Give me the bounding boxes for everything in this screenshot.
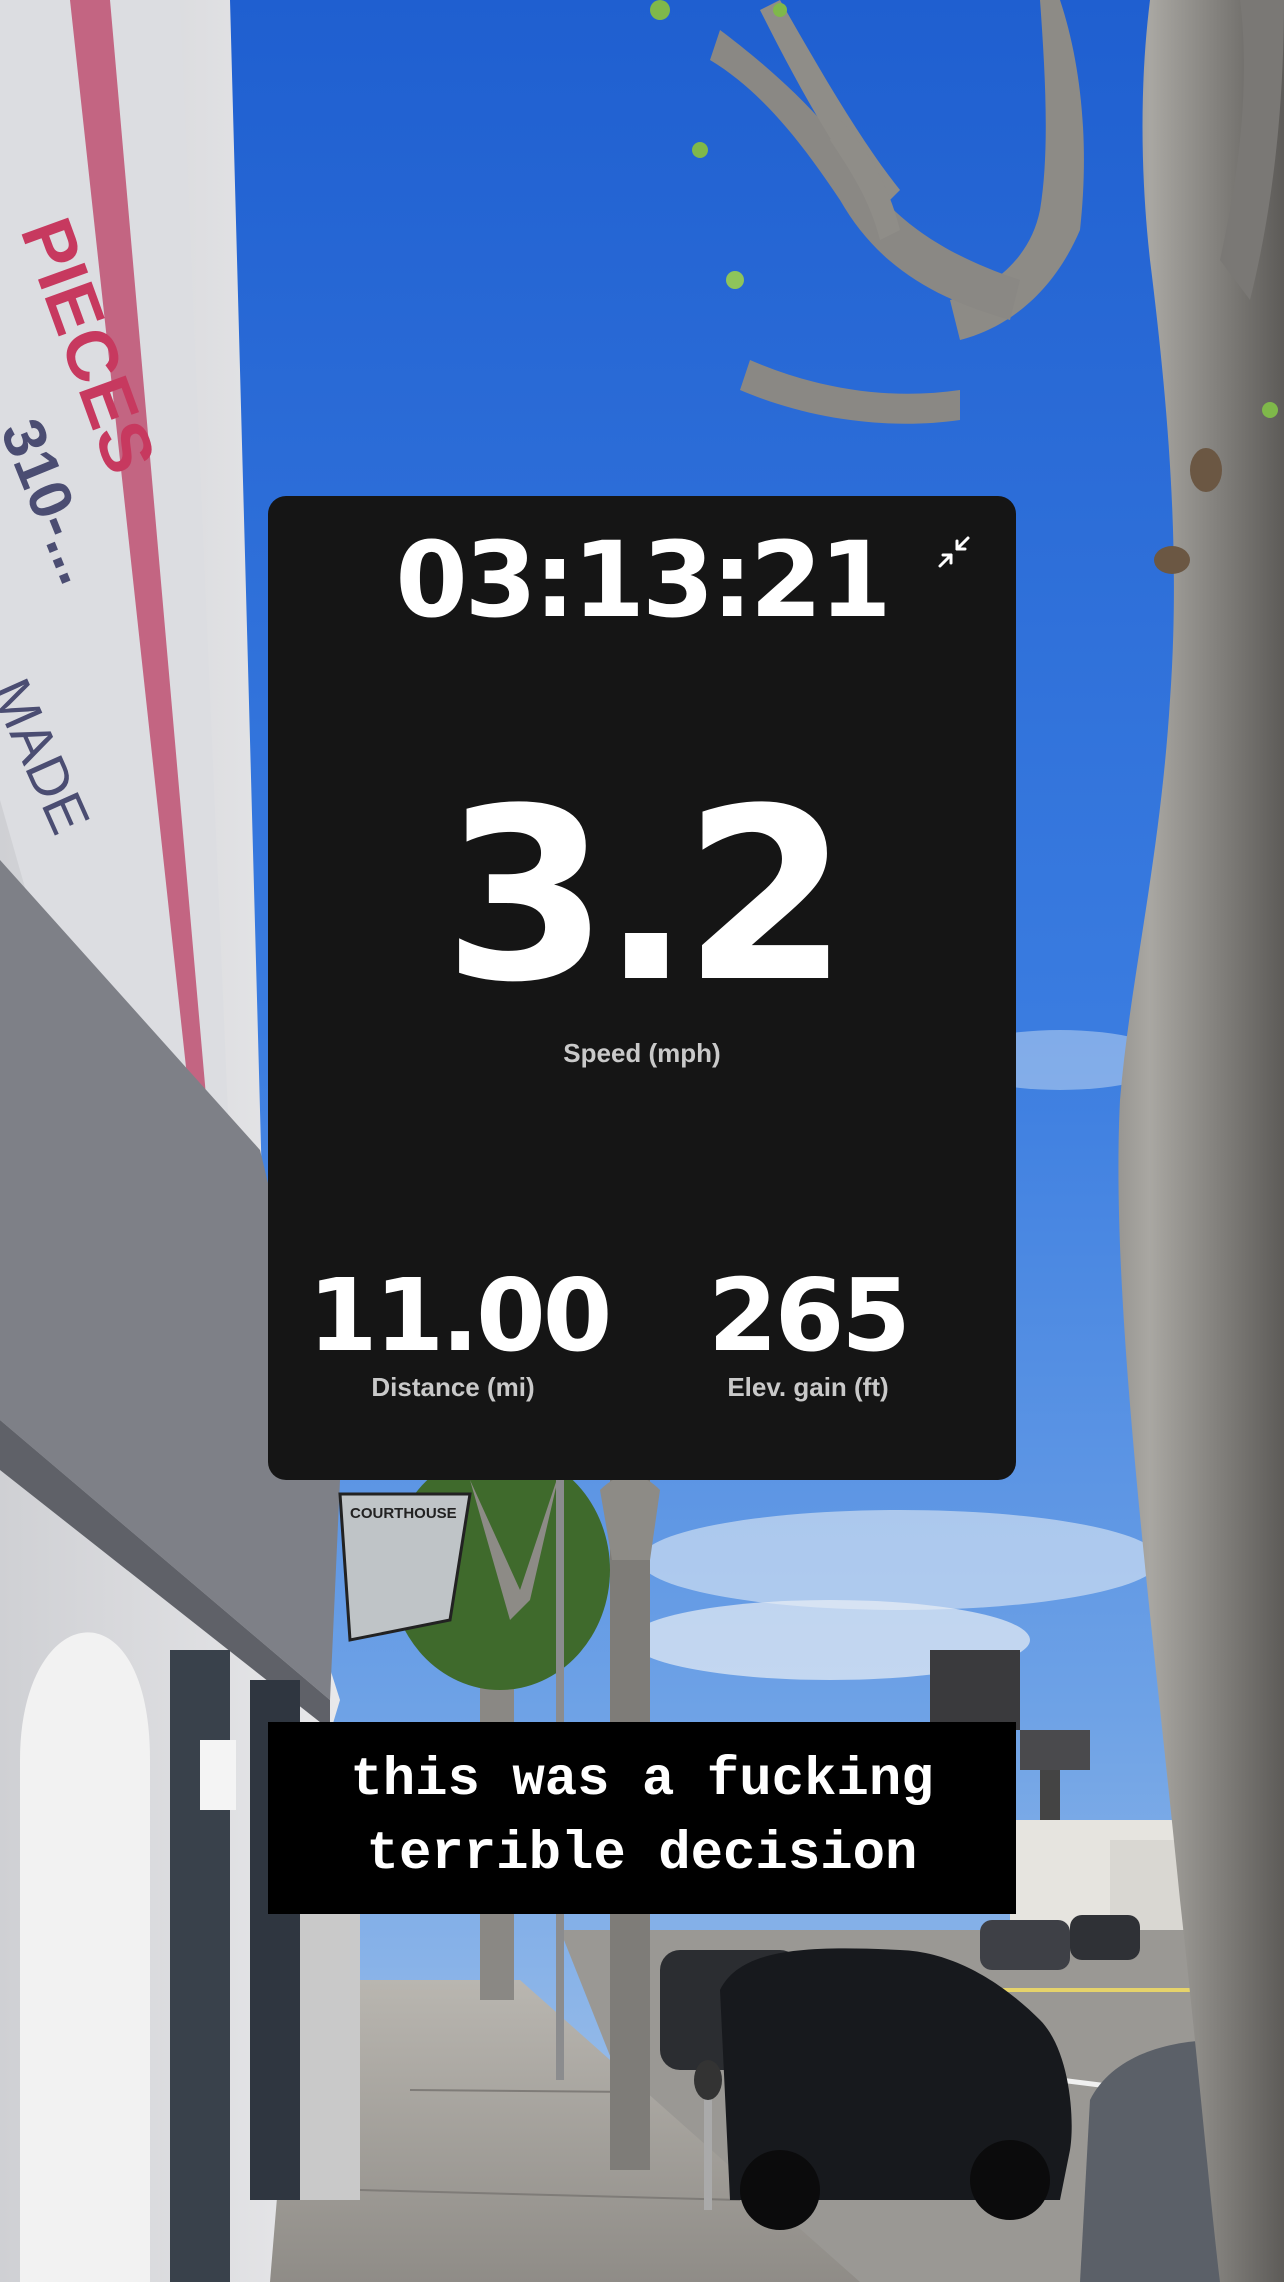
elevation-gain-label: Elev. gain (ft) — [727, 1372, 889, 1402]
distance-value: 11.00 — [308, 1257, 612, 1374]
collapse-arrows-icon[interactable] — [930, 528, 978, 576]
elevation-gain-metric: 265 Elev. gain (ft) — [658, 1266, 958, 1403]
elapsed-time: 03:13:21 — [395, 519, 891, 641]
courthouse-sign-text: COURTHOUSE — [350, 1505, 457, 1522]
speed-label: Speed (mph) — [563, 1038, 721, 1068]
distance-label: Distance (mi) — [371, 1372, 535, 1402]
activity-tracker-card: 03:13:21 3.2 Speed (mph) 11.00 Distance … — [268, 496, 1016, 1480]
caption-box: this was a fucking terrible decision — [268, 1722, 1016, 1914]
speed-value: 3.2 — [443, 758, 849, 1035]
elevation-gain-value: 265 — [708, 1257, 911, 1374]
caption-text: this was a fucking terrible decision — [350, 1750, 934, 1885]
distance-metric: 11.00 Distance (mi) — [308, 1257, 612, 1403]
